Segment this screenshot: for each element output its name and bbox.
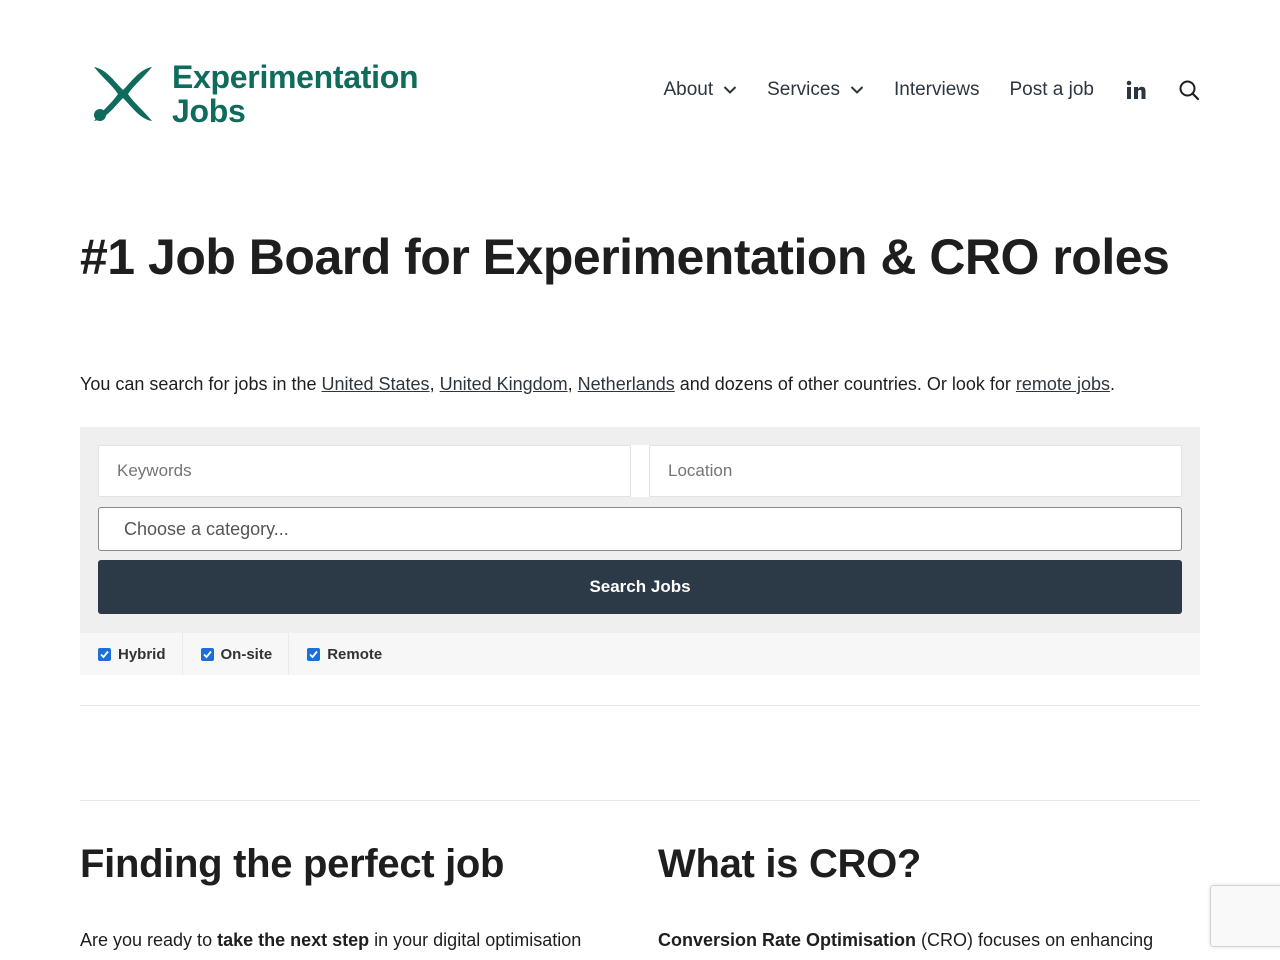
field-divider: [631, 445, 649, 497]
link-united-states[interactable]: United States: [322, 374, 430, 394]
chevron-down-icon: [850, 86, 864, 94]
page-title: #1 Job Board for Experimentation & CRO r…: [80, 229, 1170, 285]
recaptcha-badge[interactable]: [1210, 885, 1280, 947]
job-type-filters: Hybrid On-site Remote: [80, 633, 1200, 675]
link-remote-jobs[interactable]: remote jobs: [1016, 374, 1110, 394]
category-placeholder: Choose a category...: [124, 518, 289, 539]
filter-label: Hybrid: [118, 645, 166, 663]
category-select[interactable]: Choose a category...: [98, 507, 1182, 551]
nav-item-interviews[interactable]: Interviews: [894, 79, 980, 101]
keywords-input[interactable]: [98, 445, 631, 497]
nav-item-services[interactable]: Services: [767, 79, 864, 101]
checkbox-checked-icon[interactable]: [200, 647, 214, 661]
text-suffix: in your digital optimisation: [369, 930, 582, 950]
job-search-form: Choose a category... Search Jobs: [80, 427, 1200, 633]
chevron-down-icon: [723, 86, 737, 94]
nav-item-label: About: [663, 79, 714, 100]
filter-hybrid[interactable]: Hybrid: [80, 633, 183, 675]
intro-prefix: You can search for jobs in the: [80, 374, 322, 394]
divider: [80, 800, 1200, 801]
main-nav: About Services Interviews Post a job: [663, 76, 1200, 104]
nav-item-label: Post a job: [1009, 79, 1095, 100]
nav-item-label: Services: [767, 79, 840, 100]
search-jobs-button[interactable]: Search Jobs: [98, 560, 1182, 614]
brand-name-line2: Jobs: [172, 93, 246, 129]
intro-middle: and dozens of other countries. Or look f…: [674, 374, 1016, 394]
section-text-finding-job: Are you ready to take the next step in y…: [80, 928, 581, 952]
divider: [80, 705, 1200, 706]
checkbox-checked-icon[interactable]: [307, 647, 321, 661]
link-united-kingdom[interactable]: United Kingdom: [440, 374, 568, 394]
search-icon[interactable]: [1178, 79, 1200, 101]
intro-suffix: .: [1109, 374, 1115, 394]
site-header: Experimentation Jobs About Services Inte…: [80, 40, 1200, 140]
brand-name-line1: Experimentation: [172, 59, 419, 95]
filter-on-site[interactable]: On-site: [183, 633, 290, 675]
filter-remote[interactable]: Remote: [289, 633, 398, 675]
link-netherlands[interactable]: Netherlands: [578, 374, 675, 394]
site-logo[interactable]: Experimentation Jobs: [90, 59, 419, 129]
filter-label: Remote: [327, 645, 383, 663]
section-title-finding-job: Finding the perfect job: [80, 842, 505, 886]
text-bold: Conversion Rate Optimisation: [658, 930, 917, 950]
text-prefix: Are you ready to: [80, 930, 218, 950]
text-bold: take the next step: [217, 930, 370, 950]
intro-separator: ,: [567, 374, 578, 394]
brand-name: Experimentation Jobs: [172, 59, 419, 129]
intro-paragraph: You can search for jobs in the United St…: [80, 372, 1115, 396]
linkedin-icon[interactable]: [1126, 80, 1146, 100]
nav-item-label: Interviews: [893, 79, 980, 100]
section-text-what-is-cro: Conversion Rate Optimisation (CRO) focus…: [658, 928, 1153, 952]
filter-label: On-site: [220, 645, 273, 663]
location-input[interactable]: [649, 445, 1182, 497]
text-suffix: (CRO) focuses on enhancing: [916, 930, 1154, 950]
nav-item-about[interactable]: About: [663, 79, 737, 101]
section-title-what-is-cro: What is CRO?: [658, 842, 922, 886]
checkbox-checked-icon[interactable]: [98, 647, 111, 661]
intro-separator: ,: [429, 374, 440, 394]
nav-item-post-a-job[interactable]: Post a job: [1010, 79, 1095, 101]
x-mark-icon: [94, 67, 152, 121]
